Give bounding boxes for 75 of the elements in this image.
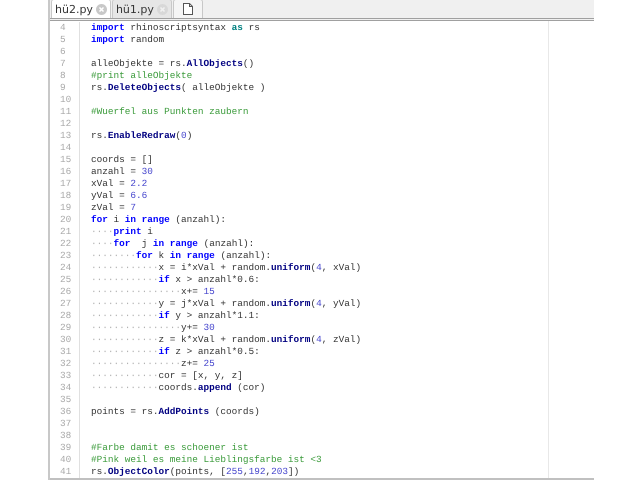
line-number: 14: [59, 142, 72, 154]
code-line: #print alleObjekte: [90, 70, 194, 82]
line-number: 38: [59, 430, 72, 442]
code-line: rs.DeleteObjects( alleObjekte ): [90, 82, 266, 94]
line-number: 5: [59, 34, 67, 46]
code-line: ············if z > anzahl*0.5:: [90, 346, 261, 358]
line-number: 29: [59, 322, 72, 334]
code-line: #Pink weil es meine Lieblingsfarbe ist <3: [90, 454, 323, 466]
new-tab-button[interactable]: [172, 0, 203, 18]
line-number: 34: [59, 382, 72, 394]
code-line: yVal = 6.6: [90, 190, 148, 202]
line-number: 17: [59, 178, 72, 190]
line-number: 35: [59, 394, 72, 406]
code-line: rs.ObjectColor(points, [255,192,203]): [90, 466, 300, 478]
line-number: 39: [59, 442, 72, 454]
line-number: 41: [59, 466, 72, 478]
line-number: 25: [59, 274, 72, 286]
close-icon[interactable]: [156, 4, 168, 14]
close-icon[interactable]: [96, 4, 107, 14]
file-tab[interactable]: hü1.py: [112, 0, 172, 18]
line-number: 18: [59, 190, 72, 202]
code-line: for i in range (anzahl):: [90, 214, 228, 226]
line-number: 10: [59, 94, 72, 106]
code-line: rs.EnableRedraw(0): [90, 130, 194, 142]
code-line: points = rs.AddPoints (coords): [90, 406, 261, 418]
code-line: ····print i: [90, 226, 154, 238]
code-line: ············if x > anzahl*0.6:: [90, 274, 261, 286]
code-line: ············z = k*xVal + random.uniform(4, zVal): [90, 334, 362, 346]
line-number: 4: [59, 22, 67, 34]
line-number: 11: [59, 106, 72, 118]
line-number: 30: [59, 334, 72, 346]
line-number: 12: [59, 118, 72, 130]
line-number: 9: [59, 82, 67, 94]
code-line: alleObjekte = rs.AllObjects(): [90, 58, 256, 70]
line-number: 22: [59, 238, 72, 250]
code-line: ············cor = [x, y, z]: [90, 370, 244, 382]
line-number: 32: [59, 358, 72, 370]
code-line: anzahl = 30: [90, 166, 154, 178]
line-number: 13: [59, 130, 72, 142]
code-line: ············x = i*xVal + random.uniform(4, xVal): [90, 262, 362, 274]
code-line: ····for j in range (anzahl):: [90, 238, 256, 250]
code-line: coords = []: [90, 154, 154, 166]
line-number: 15: [59, 154, 72, 166]
line-number: 21: [59, 226, 72, 238]
code-line: ············if y > anzahl*1.1:: [90, 310, 261, 322]
file-tab[interactable]: hü2.py: [51, 0, 111, 18]
code-line: ················z+= 25: [90, 358, 216, 370]
code-line: ········for k in range (anzahl):: [90, 250, 272, 262]
line-number: 37: [59, 418, 72, 430]
code-line: xVal = 2.2: [90, 178, 148, 190]
line-number: 27: [59, 298, 72, 310]
line-number: 33: [59, 370, 72, 382]
code-line: ············y = j*xVal + random.uniform(4, yVal): [90, 298, 362, 310]
line-number: 8: [59, 70, 67, 82]
line-number: 24: [59, 262, 72, 274]
document-icon: [182, 3, 193, 15]
code-line: ············coords.append (cor): [90, 382, 266, 394]
line-number: 6: [59, 46, 67, 58]
line-number: 23: [59, 250, 72, 262]
line-number: 40: [59, 454, 72, 466]
line-number: 16: [59, 166, 72, 178]
code-line: #Farbe damit es schoener ist: [90, 442, 250, 454]
code-line: #Wuerfel aus Punkten zaubern: [90, 106, 250, 118]
code-line: ················x+= 15: [90, 286, 216, 298]
line-number: 20: [59, 214, 72, 226]
line-number: 19: [59, 202, 72, 214]
code-line: zVal = 7: [90, 202, 138, 214]
line-number: 28: [59, 310, 72, 322]
code-line: import random: [90, 34, 166, 46]
line-number: 7: [59, 58, 67, 70]
line-number: 26: [59, 286, 72, 298]
code-line: ················y+= 30: [90, 322, 216, 334]
line-number: 36: [59, 406, 72, 418]
code-line: import rhinoscriptsyntax as rs: [90, 22, 261, 34]
line-number: 31: [59, 346, 72, 358]
